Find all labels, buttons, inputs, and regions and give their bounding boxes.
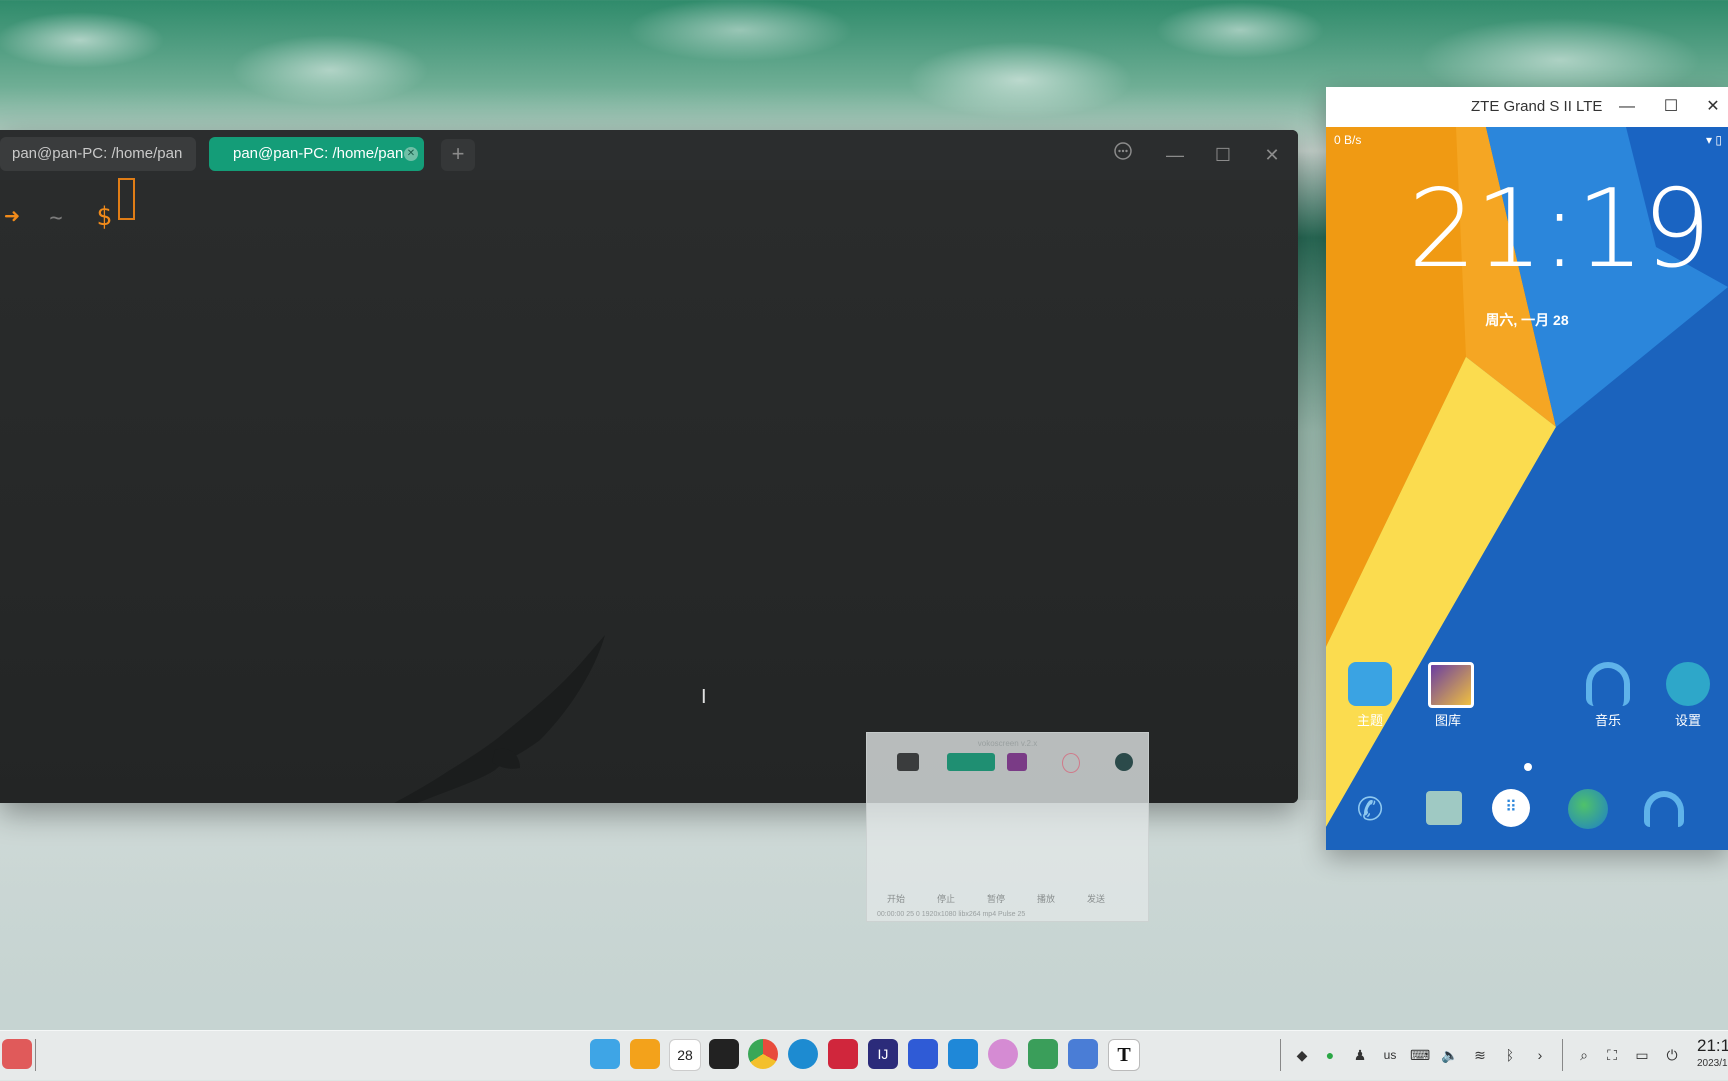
calendar-icon[interactable]: 28: [669, 1039, 701, 1071]
notification-icon[interactable]: ▭: [1632, 1045, 1652, 1065]
camera-tab-icon[interactable]: [947, 753, 995, 771]
app-label-music: 音乐: [1594, 713, 1621, 728]
app-drawer-icon[interactable]: ⠿: [1492, 789, 1530, 827]
settings-icon[interactable]: [1666, 662, 1710, 706]
terminal-titlebar[interactable]: pan@pan-PC: /home/pan pan@pan-PC: /home/…: [0, 130, 1298, 180]
prompt-arrow-icon: ➜: [4, 202, 20, 232]
wps-icon[interactable]: [908, 1039, 938, 1069]
prompt-cwd: ~: [49, 206, 63, 231]
lockscreen-date: 周六, 一月 28: [1485, 312, 1569, 328]
timer-tab-icon[interactable]: [1062, 753, 1080, 773]
taskbar-date[interactable]: 2023/1: [1697, 1058, 1728, 1069]
keyboard-icon[interactable]: ⌨: [1410, 1045, 1430, 1065]
text-cursor: [118, 178, 135, 220]
tab-terminal-1[interactable]: pan@pan-PC: /home/pan: [0, 137, 196, 171]
screenshot-icon[interactable]: ⛶: [1602, 1045, 1622, 1065]
vscode-icon[interactable]: [948, 1039, 978, 1069]
add-tab-button[interactable]: +: [441, 139, 475, 171]
phone-screen[interactable]: 0 B/s ▾ ▯ 21:19 周六, 一月 28 主题 图库 音乐 设置 ✆ …: [1326, 127, 1728, 850]
shell-prompt: ➜ ~ $: [4, 202, 112, 232]
gallery-icon[interactable]: [1428, 662, 1474, 708]
tray-app-icon[interactable]: ◆: [1292, 1045, 1312, 1065]
player-tab-icon[interactable]: [1007, 753, 1027, 771]
edge-icon[interactable]: [788, 1039, 818, 1069]
browser-icon[interactable]: [1568, 789, 1608, 829]
minimize-icon[interactable]: —: [1160, 140, 1190, 170]
close-icon[interactable]: ✕: [1257, 140, 1287, 170]
recorder-title: vokoscreen v.2.x: [977, 739, 1038, 748]
minimize-icon[interactable]: —: [1612, 87, 1642, 127]
close-tab-icon[interactable]: ✕: [404, 147, 418, 161]
theme-icon[interactable]: [1348, 662, 1392, 706]
input-method[interactable]: us: [1380, 1045, 1400, 1065]
wifi-icon[interactable]: ≋: [1470, 1045, 1490, 1065]
pause-button[interactable]: 暂停: [987, 892, 1005, 905]
eagle-silhouette: [394, 635, 605, 803]
app-label-settings: 设置: [1674, 713, 1701, 728]
qq-tray-icon[interactable]: ♟: [1350, 1045, 1370, 1065]
mouse-ibeam-icon: I: [701, 686, 707, 708]
network-app-icon[interactable]: [1068, 1039, 1098, 1069]
app-label-gallery: 图库: [1434, 713, 1461, 728]
screen-tab-icon[interactable]: [897, 753, 919, 771]
taskbar-separator: [1280, 1039, 1281, 1071]
page-indicator: [1524, 763, 1532, 771]
taskbar-separator: [35, 1039, 36, 1071]
power-icon[interactable]: ⏻: [1662, 1045, 1682, 1065]
volume-icon[interactable]: 🔈: [1440, 1045, 1460, 1065]
android-studio-icon[interactable]: [1028, 1039, 1058, 1069]
screen-recorder-window[interactable]: vokoscreen v.2.x 开始 停止 暂停 播放 发送 00:00:00…: [866, 732, 1149, 922]
music-icon[interactable]: [1586, 662, 1630, 706]
android-mirror-window[interactable]: ZTE Grand S II LTE — ☐ ✕ 0 B/s ▾ ▯ 21:19…: [1326, 87, 1728, 850]
messages-icon[interactable]: [1426, 791, 1462, 825]
wechat-icon[interactable]: ●: [1320, 1045, 1340, 1065]
app-store-icon[interactable]: [630, 1039, 660, 1069]
android-window-title: ZTE Grand S II LTE: [1471, 98, 1603, 115]
tab-label: pan@pan-PC: /home/pan: [233, 145, 404, 162]
qq-icon[interactable]: [709, 1039, 739, 1069]
text-editor-icon[interactable]: T: [1108, 1039, 1140, 1071]
maximize-icon[interactable]: ☐: [1208, 140, 1238, 170]
webcam-tab-icon[interactable]: [1115, 753, 1133, 771]
chrome-icon[interactable]: [748, 1039, 778, 1069]
terminal-body[interactable]: ➜ ~ $: [0, 180, 1298, 803]
tab-label: pan@pan-PC: /home/pan: [12, 145, 183, 162]
recorder-status: 00:00:00 25 0 1920x1080 libx264 mp4 Puls…: [877, 911, 1026, 918]
phone-icon[interactable]: ✆: [1350, 789, 1390, 829]
status-icons: ▾ ▯: [1706, 133, 1722, 147]
send-button[interactable]: 发送: [1087, 892, 1105, 905]
network-speed: 0 B/s: [1334, 133, 1362, 147]
search-icon[interactable]: ⌕: [1574, 1045, 1594, 1065]
prompt-symbol: $: [96, 202, 112, 232]
play-button[interactable]: 播放: [1037, 892, 1055, 905]
file-manager-icon[interactable]: [590, 1039, 620, 1069]
lockscreen-clock: 21:19: [1408, 167, 1711, 292]
bluetooth-icon[interactable]: ᛒ: [1500, 1045, 1520, 1065]
taskbar-separator: [1562, 1039, 1563, 1071]
terminal-app-icon[interactable]: [828, 1039, 858, 1069]
headphones-icon[interactable]: [1644, 791, 1684, 827]
start-button[interactable]: 开始: [887, 892, 905, 905]
maximize-icon[interactable]: ☐: [1656, 87, 1686, 127]
intellij-icon[interactable]: IJ: [868, 1039, 898, 1069]
settings-app-icon[interactable]: [988, 1039, 1018, 1069]
close-icon[interactable]: ✕: [1698, 87, 1728, 127]
menu-icon[interactable]: [1108, 140, 1138, 170]
taskbar[interactable]: 28 IJ T ◆ ● ♟ us ⌨ 🔈 ≋ ᛒ › ⌕ ⛶ ▭ ⏻ 21:1 …: [0, 1030, 1728, 1081]
tab-terminal-2[interactable]: pan@pan-PC: /home/pan ✕: [209, 137, 424, 171]
stop-button[interactable]: 停止: [937, 892, 955, 905]
battery-icon: ▯: [1715, 133, 1722, 147]
app-label-theme: 主题: [1356, 713, 1383, 728]
chevron-right-icon[interactable]: ›: [1530, 1045, 1550, 1065]
terminal-window[interactable]: pan@pan-PC: /home/pan pan@pan-PC: /home/…: [0, 130, 1298, 803]
android-titlebar[interactable]: ZTE Grand S II LTE — ☐ ✕: [1326, 87, 1728, 127]
wifi-icon: ▾: [1706, 133, 1713, 147]
taskbar-time[interactable]: 21:1: [1697, 1036, 1728, 1056]
launcher-icon[interactable]: [2, 1039, 32, 1069]
